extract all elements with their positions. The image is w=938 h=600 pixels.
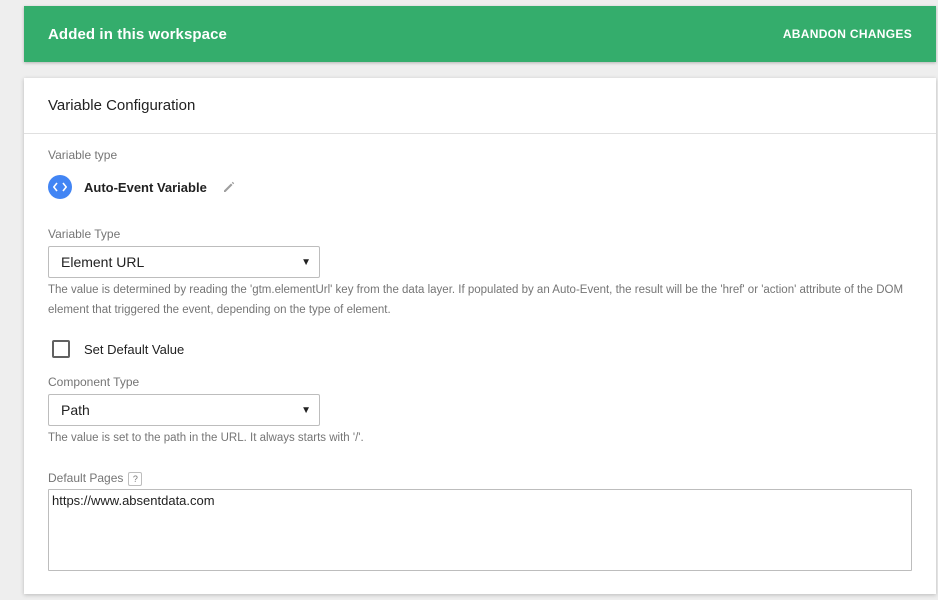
variable-type-select-value: Element URL xyxy=(61,254,145,270)
card-title: Variable Configuration xyxy=(48,97,196,114)
default-pages-label: Default Pages? xyxy=(48,471,143,486)
variable-type-select-label: Variable Type xyxy=(48,227,121,241)
dropdown-arrow-icon: ▼ xyxy=(301,404,311,416)
component-type-select-value: Path xyxy=(61,402,90,418)
variable-type-row[interactable]: Auto-Event Variable xyxy=(48,175,237,199)
help-question-icon[interactable]: ? xyxy=(128,471,143,486)
variable-type-label: Variable type xyxy=(48,148,118,162)
component-type-select[interactable]: Path ▼ xyxy=(48,394,320,426)
card-header: Variable Configuration xyxy=(24,78,936,134)
default-pages-label-text: Default Pages xyxy=(48,471,124,485)
banner-title: Added in this workspace xyxy=(48,25,228,43)
variable-type-select[interactable]: Element URL ▼ xyxy=(48,246,320,278)
variable-configuration-card: Variable Configuration Variable type Aut… xyxy=(24,78,936,594)
variable-type-help-text: The value is determined by reading the '… xyxy=(48,284,904,316)
variable-type-name: Auto-Event Variable xyxy=(84,179,207,195)
default-pages-textarea[interactable]: https://www.absentdata.com xyxy=(48,489,912,571)
component-type-label: Component Type xyxy=(48,375,140,389)
set-default-value-checkbox-row[interactable]: Set Default Value xyxy=(52,340,184,358)
set-default-value-checkbox[interactable] xyxy=(52,340,70,358)
workspace-banner: Added in this workspace ABANDON CHANGES xyxy=(24,6,936,62)
component-type-help-text: The value is set to the path in the URL.… xyxy=(48,432,364,444)
set-default-value-label: Set Default Value xyxy=(84,341,185,357)
pencil-icon[interactable] xyxy=(223,180,237,194)
dropdown-arrow-icon: ▼ xyxy=(301,256,311,268)
abandon-changes-button[interactable]: ABANDON CHANGES xyxy=(783,27,912,41)
code-brackets-icon xyxy=(48,175,72,199)
